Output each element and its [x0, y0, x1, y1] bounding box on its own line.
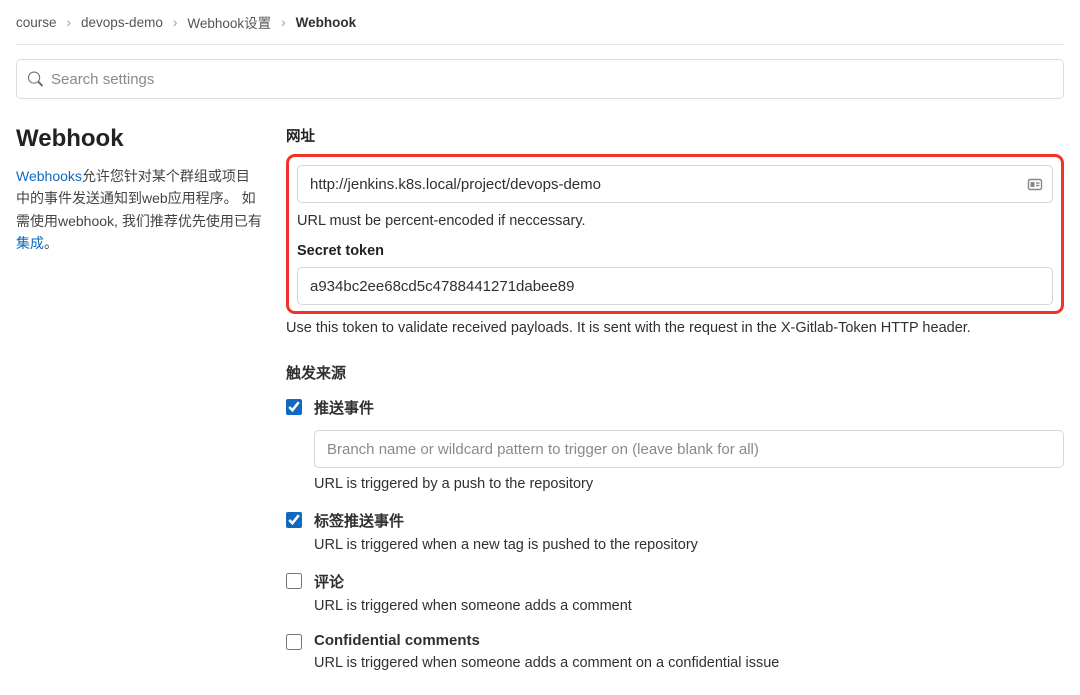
trigger-confidential-comment: Confidential comments URL is triggered w…	[286, 632, 1064, 671]
tag-label: 标签推送事件	[314, 510, 1064, 531]
breadcrumb-item[interactable]: devops-demo	[81, 15, 163, 30]
clipboard-icon[interactable]	[1027, 176, 1043, 192]
triggers-label: 触发来源	[286, 362, 1064, 383]
comment-label: 评论	[314, 571, 1064, 592]
search-input[interactable]	[16, 59, 1064, 99]
url-help-text: URL must be percent-encoded if neccessar…	[297, 213, 1053, 229]
push-checkbox[interactable]	[286, 399, 302, 415]
branch-filter-input[interactable]	[314, 430, 1064, 468]
sidebar-description: Webhook Webhooks允许您针对某个群组或项目中的事件发送通知到web…	[16, 125, 262, 671]
page-title: Webhook	[16, 125, 262, 153]
token-label: Secret token	[297, 243, 1053, 259]
url-input[interactable]	[297, 165, 1053, 203]
tag-checkbox[interactable]	[286, 512, 302, 528]
comment-checkbox[interactable]	[286, 573, 302, 589]
search-container	[16, 59, 1064, 99]
trigger-comment: 评论 URL is triggered when someone adds a …	[286, 571, 1064, 614]
page-description: Webhooks允许您针对某个群组或项目中的事件发送通知到web应用程序。 如需…	[16, 165, 262, 255]
trigger-push: 推送事件 URL is triggered by a push to the r…	[286, 397, 1064, 492]
comment-desc: URL is triggered when someone adds a com…	[314, 598, 1064, 614]
chevron-right-icon: ›	[173, 15, 178, 30]
breadcrumb-item[interactable]: course	[16, 15, 57, 30]
trigger-tag: 标签推送事件 URL is triggered when a new tag i…	[286, 510, 1064, 553]
confidential-comment-checkbox[interactable]	[286, 634, 302, 650]
secret-token-input[interactable]	[297, 267, 1053, 305]
breadcrumb: course › devops-demo › Webhook设置 › Webho…	[16, 12, 1064, 45]
tag-desc: URL is triggered when a new tag is pushe…	[314, 537, 1064, 553]
form-main: 网址 URL must be percent-encoded if necces…	[286, 125, 1064, 671]
breadcrumb-item[interactable]: Webhook设置	[187, 12, 271, 32]
webhooks-link[interactable]: Webhooks	[16, 168, 82, 184]
highlight-box: URL must be percent-encoded if neccessar…	[286, 154, 1064, 314]
conf-comment-label: Confidential comments	[314, 632, 1064, 649]
push-label: 推送事件	[314, 397, 1064, 418]
conf-comment-desc: URL is triggered when someone adds a com…	[314, 655, 1064, 671]
token-help-text: Use this token to validate received payl…	[286, 320, 1064, 336]
push-desc: URL is triggered by a push to the reposi…	[314, 476, 1064, 492]
url-label: 网址	[286, 125, 1064, 146]
chevron-right-icon: ›	[67, 15, 72, 30]
integrations-link[interactable]: 集成	[16, 235, 44, 251]
search-icon	[28, 72, 43, 87]
chevron-right-icon: ›	[281, 15, 286, 30]
breadcrumb-current: Webhook	[296, 15, 357, 30]
